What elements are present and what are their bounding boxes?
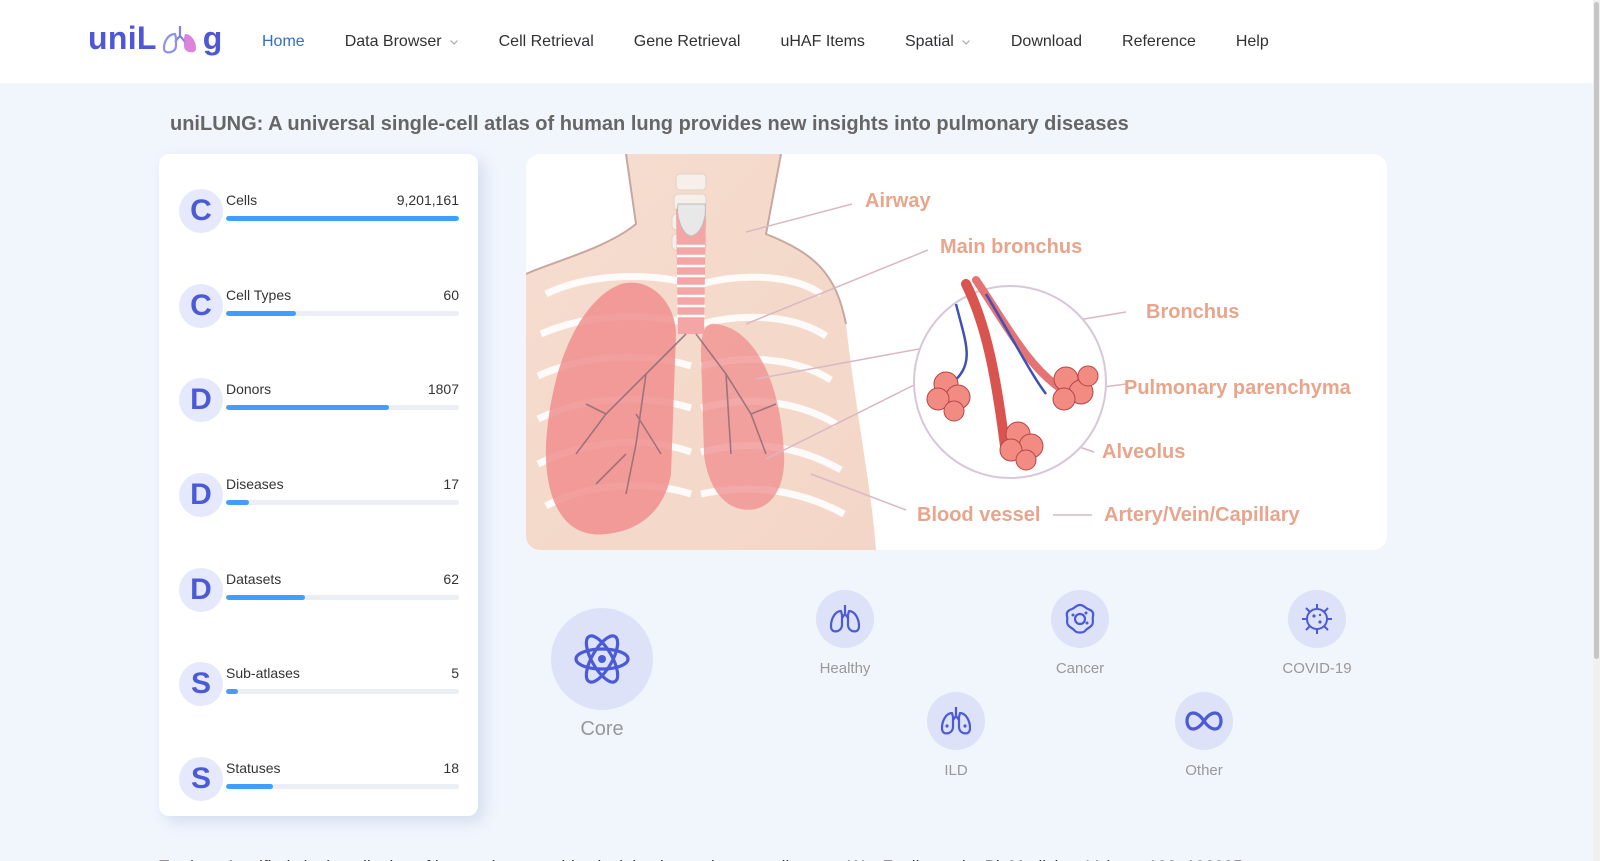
- stat-value: 1807: [427, 381, 459, 397]
- lungs-icon: [162, 25, 196, 53]
- stat-label: Cell Types: [226, 287, 292, 303]
- stat-progress-bar: [226, 405, 459, 410]
- stat-label: Diseases: [226, 476, 284, 492]
- stat-value: 17: [443, 476, 459, 492]
- atlas-core-circle: [551, 608, 653, 710]
- atom-icon: [574, 634, 630, 684]
- site-logo[interactable]: uniL g: [88, 20, 223, 57]
- atlas-ild-circle: [927, 692, 985, 750]
- atlas-core[interactable]: Core: [551, 608, 653, 741]
- stat-progress-bar: [226, 500, 459, 505]
- stat-value: 5: [451, 665, 459, 681]
- stat-label: Statuses: [226, 760, 281, 776]
- stat-value: 62: [443, 571, 459, 587]
- stat-label: Cells: [226, 192, 258, 208]
- stat-progress-bar: [226, 689, 459, 694]
- atlas-ild-label: ILD: [944, 762, 968, 779]
- atlas-cancer[interactable]: Cancer: [1035, 590, 1125, 677]
- stat-progress-fill: [226, 500, 250, 505]
- stats-card: C Cells 9,201,161 C Cell Types 60 D Dono…: [159, 154, 478, 816]
- chevron-down-icon: [449, 39, 458, 45]
- atlas-other-circle: [1175, 692, 1233, 750]
- atlas-other-label: Other: [1185, 762, 1223, 779]
- stat-progress-bar: [226, 784, 459, 789]
- stat-value: 18: [443, 760, 459, 776]
- label-main-bronchus: Main bronchus: [940, 236, 1082, 258]
- stat-value: 60: [443, 287, 459, 303]
- stat-progress-fill: [226, 311, 296, 316]
- label-bronchus: Bronchus: [1146, 301, 1239, 323]
- label-blood-vessel: Blood vessel: [917, 504, 1040, 526]
- main-nav: Home Data Browser Cell Retrieval Gene Re…: [242, 0, 1289, 83]
- stat-statuses: S Statuses 18: [179, 757, 459, 803]
- atlas-ild[interactable]: ILD: [911, 692, 1001, 779]
- stat-progress-fill: [226, 784, 273, 789]
- stat-donors: D Donors 1807: [179, 378, 459, 424]
- atlas-other[interactable]: Other: [1159, 692, 1249, 779]
- citation-text: To cite：A unified single-cell atlas of h…: [159, 852, 1243, 861]
- scrollbar-thumb[interactable]: [1594, 2, 1599, 659]
- infinity-icon: [1185, 711, 1223, 731]
- nav-data-browser[interactable]: Data Browser: [325, 33, 479, 51]
- stat-value: 9,201,161: [396, 192, 459, 208]
- nav-spatial[interactable]: Spatial: [885, 33, 991, 51]
- atlas-cancer-label: Cancer: [1055, 660, 1105, 677]
- atlas-covid-circle: [1288, 590, 1346, 648]
- page-title: uniLUNG: A universal single-cell atlas o…: [170, 113, 1129, 135]
- stat-progress-bar: [226, 216, 459, 221]
- label-airway: Airway: [865, 190, 931, 212]
- atlas-cancer-circle: [1051, 590, 1109, 648]
- lungs-icon: [829, 605, 861, 633]
- lung-anatomy-svg: Airway Main bronchus Bronchus Pulmonary …: [526, 154, 1352, 550]
- label-parenchyma: Pulmonary parenchyma: [1124, 377, 1352, 399]
- nav-download[interactable]: Download: [991, 33, 1102, 51]
- nav-reference[interactable]: Reference: [1102, 33, 1216, 51]
- stat-progress-fill: [226, 216, 459, 221]
- stat-badge: D: [179, 473, 223, 517]
- stat-label: Sub-atlases: [226, 665, 300, 681]
- stat-sub-atlases: S Sub-atlases 5: [179, 662, 459, 708]
- stat-badge: C: [179, 284, 223, 328]
- stat-cell-types: C Cell Types 60: [179, 284, 459, 330]
- stat-label: Donors: [226, 381, 272, 397]
- stat-badge: D: [179, 568, 223, 612]
- stat-badge: S: [179, 662, 223, 706]
- top-header: uniL g Home Data Browser Cell Retrieval …: [0, 0, 1593, 83]
- stat-progress-fill: [226, 405, 390, 410]
- atlas-healthy-circle: [816, 590, 874, 648]
- stat-label: Datasets: [226, 571, 282, 587]
- stat-diseases: D Diseases 17: [179, 473, 459, 519]
- stat-progress-bar: [226, 311, 459, 316]
- lung-anatomy-illustration: Airway Main bronchus Bronchus Pulmonary …: [526, 154, 1387, 550]
- label-vessel-types: Artery/Vein/Capillary: [1104, 504, 1301, 526]
- nav-home[interactable]: Home: [242, 33, 325, 51]
- stat-badge: S: [179, 757, 223, 801]
- stat-badge: D: [179, 378, 223, 422]
- virus-icon: [1302, 604, 1332, 634]
- nav-cell-retrieval[interactable]: Cell Retrieval: [479, 33, 614, 51]
- chevron-down-icon: [961, 39, 970, 45]
- label-alveolus: Alveolus: [1102, 441, 1185, 463]
- atlas-core-label: Core: [580, 718, 624, 740]
- logo-text-left: uniL: [88, 20, 157, 56]
- nav-gene-retrieval[interactable]: Gene Retrieval: [614, 33, 761, 51]
- logo-text-right: g: [202, 20, 223, 56]
- ild-lungs-icon: [940, 707, 972, 735]
- stat-progress-bar: [226, 595, 459, 600]
- atlas-covid-label: COVID-19: [1282, 660, 1352, 677]
- stat-progress-fill: [226, 595, 306, 600]
- stat-badge: C: [179, 189, 223, 233]
- stat-progress-fill: [226, 689, 238, 694]
- cancer-cell-icon: [1065, 603, 1095, 634]
- atlas-healthy[interactable]: Healthy: [800, 590, 890, 677]
- nav-uhaf-items[interactable]: uHAF Items: [760, 33, 884, 51]
- nav-help[interactable]: Help: [1216, 33, 1289, 51]
- stat-cells: C Cells 9,201,161: [179, 189, 459, 235]
- stat-datasets: D Datasets 62: [179, 568, 459, 614]
- atlas-covid[interactable]: COVID-19: [1272, 590, 1362, 677]
- atlas-healthy-label: Healthy: [819, 660, 871, 677]
